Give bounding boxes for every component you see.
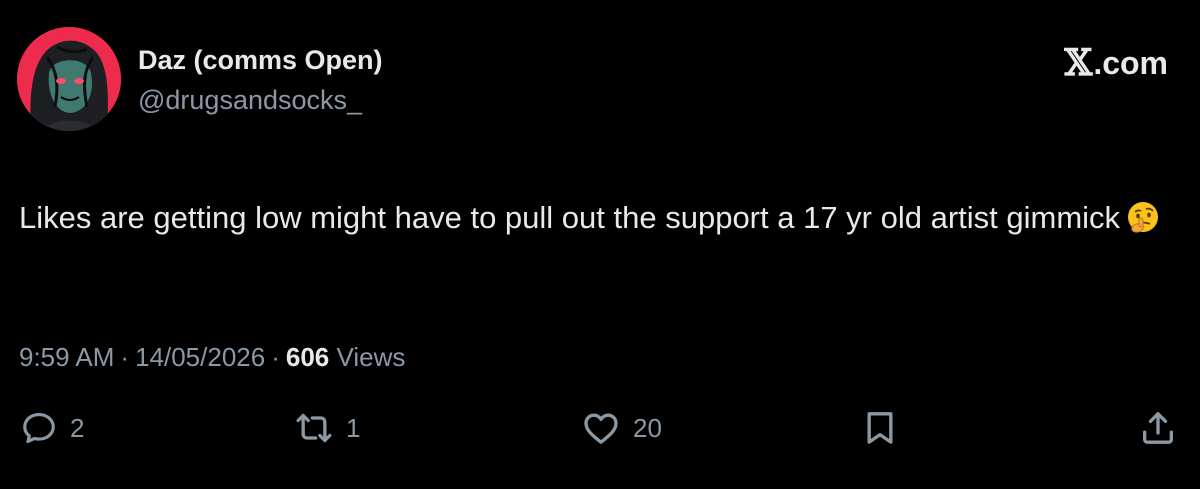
tweet-meta: 9:59 AM · 14/05/2026 · 606 Views (19, 340, 405, 374)
share-icon (1143, 412, 1173, 444)
views-count: 606 (285, 342, 330, 372)
tweet-date[interactable]: 14/05/2026 (135, 342, 265, 372)
meta-separator: · (271, 342, 280, 372)
tweet-card: Daz (comms Open) @drugsandsocks_ 𝕏 .com L… (0, 0, 1200, 489)
reply-icon (23, 412, 55, 444)
reply-button[interactable]: 2 (20, 408, 84, 448)
tweet-time[interactable]: 9:59 AM (19, 342, 114, 372)
meta-separator: · (120, 342, 130, 372)
repost-icon (296, 413, 332, 443)
author-handle[interactable]: @drugsandsocks_ (138, 84, 362, 116)
brand-logo: 𝕏 .com (1064, 44, 1168, 82)
like-count: 20 (633, 413, 662, 443)
author-display-name[interactable]: Daz (comms Open) (138, 44, 383, 76)
bookmark-icon (867, 412, 893, 444)
like-icon (584, 413, 618, 444)
repost-button[interactable]: 1 (294, 408, 360, 448)
avatar[interactable] (17, 27, 121, 131)
share-button[interactable] (1138, 408, 1178, 448)
thinking-face-emoji (1126, 200, 1160, 250)
x-logo-icon: 𝕏 (1064, 42, 1093, 84)
like-button[interactable]: 20 (581, 408, 662, 448)
reply-count: 2 (70, 413, 85, 443)
bookmark-button[interactable] (860, 408, 900, 448)
tweet-body: Likes are getting low might have to pull… (19, 200, 1121, 235)
repost-count: 1 (346, 413, 361, 443)
tweet-text: Likes are getting low might have to pull… (19, 193, 1179, 250)
brand-suffix: .com (1093, 45, 1168, 81)
views-label: Views (336, 342, 406, 372)
